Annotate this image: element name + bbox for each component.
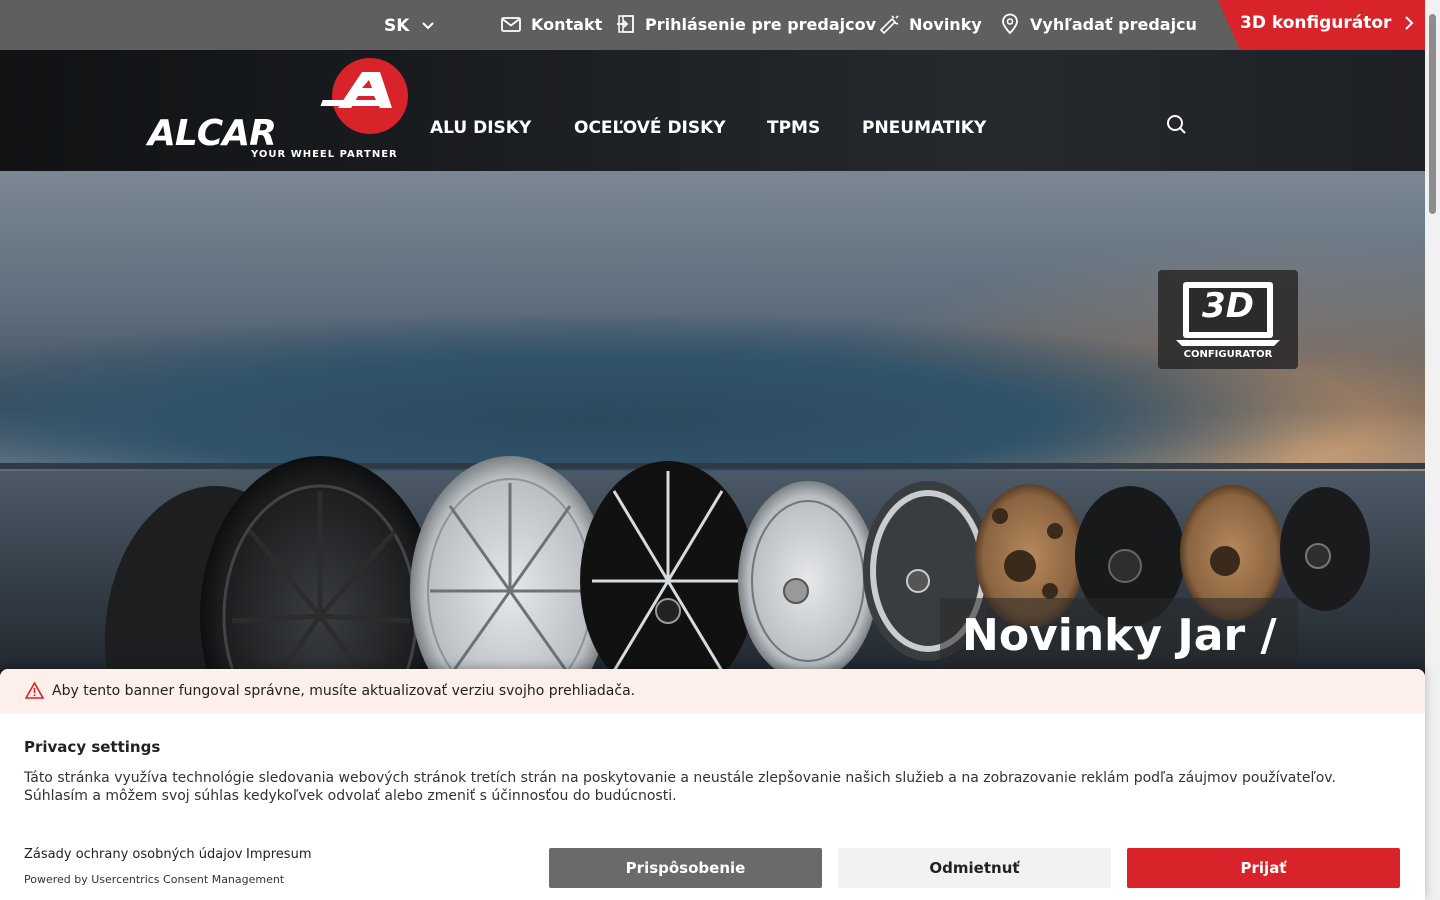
configurator-cta-label: 3D konfigurátor xyxy=(1240,13,1392,33)
hero-title: Novinky Jar / xyxy=(962,610,1277,661)
consent-description: Táto stránka využíva technológie sledova… xyxy=(24,770,1336,804)
browser-warning-text: Aby tento banner fungoval správne, musít… xyxy=(52,683,636,699)
logo-tagline: YOUR WHEEL PARTNER xyxy=(251,149,398,160)
language-selector[interactable]: SK xyxy=(384,16,435,36)
deny-button[interactable]: Odmietnuť xyxy=(838,848,1111,888)
news-label: Novinky xyxy=(909,14,982,34)
mail-icon xyxy=(501,17,521,32)
language-label: SK xyxy=(384,16,410,36)
privacy-policy-link[interactable]: Zásady ochrany osobných údajov xyxy=(24,847,243,862)
find-dealer-label: Vyhľadať predajcu xyxy=(1030,14,1197,34)
find-dealer-link[interactable]: Vyhľadať predajcu xyxy=(999,13,1197,35)
chevron-right-icon xyxy=(1405,16,1414,30)
imprint-link[interactable]: Impresum xyxy=(246,847,311,862)
dealer-login-label: Prihlásenie pre predajcov xyxy=(645,14,877,34)
news-link[interactable]: Novinky xyxy=(878,13,982,35)
nav-tpms[interactable]: TPMS xyxy=(767,118,820,138)
consent-title: Privacy settings xyxy=(24,738,161,756)
configurator-badge-caption: CONFIGURATOR xyxy=(1183,349,1273,360)
accept-button[interactable]: Prijať xyxy=(1127,848,1400,888)
configurator-badge-text: 3D xyxy=(1202,286,1254,326)
logo-wordmark: ALCAR xyxy=(148,113,277,154)
dealer-login-link[interactable]: Prihlásenie pre predajcov xyxy=(614,13,876,35)
location-pin-icon xyxy=(1002,13,1018,35)
configurator-badge[interactable]: 3D CONFIGURATOR xyxy=(1158,270,1298,369)
warning-icon xyxy=(25,682,44,699)
nav-pneumatiky[interactable]: PNEUMATIKY xyxy=(862,118,986,138)
search-icon[interactable] xyxy=(1165,113,1187,135)
privacy-consent-banner: Aby tento banner fungoval správne, musít… xyxy=(0,669,1425,900)
scrollbar-thumb[interactable] xyxy=(1429,14,1436,214)
nav-alu-disky[interactable]: ALU DISKY xyxy=(430,118,531,138)
powered-by-text: Powered by Usercentrics Consent Manageme… xyxy=(24,873,285,886)
login-icon xyxy=(617,15,634,33)
contact-label: Kontakt xyxy=(531,14,603,34)
hero-wheels-image xyxy=(105,456,1370,670)
browser-warning-bar: Aby tento banner fungoval správne, musít… xyxy=(0,669,1425,713)
nav-ocelove-disky[interactable]: OCEĽOVÉ DISKY xyxy=(574,118,726,138)
megaphone-icon xyxy=(879,15,899,35)
configurator-cta-button[interactable]: 3D konfigurátor xyxy=(1240,13,1415,33)
contact-link[interactable]: Kontakt xyxy=(500,13,602,35)
customize-button[interactable]: Prispôsobenie xyxy=(549,848,822,888)
hero-banner[interactable]: 3D CONFIGURATOR xyxy=(0,171,1425,670)
chevron-down-icon xyxy=(422,22,435,30)
